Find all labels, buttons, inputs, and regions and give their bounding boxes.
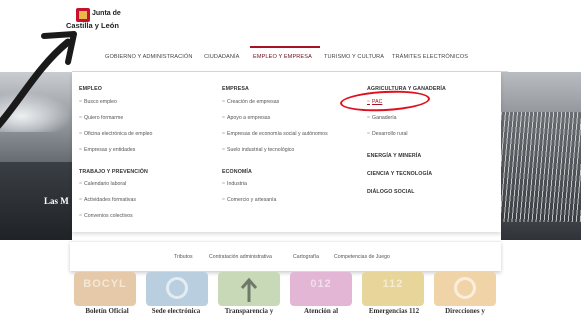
transparency-arrow-icon	[240, 277, 258, 302]
tile-label-direcciones[interactable]: Direcciones y	[430, 307, 500, 315]
link-label: Calendario laboral	[84, 181, 127, 187]
link-label: Suelo industrial y tecnológico	[227, 147, 295, 153]
link-actividades-formativas[interactable]: = Actividades formativas	[79, 197, 136, 203]
tile-boletin[interactable]: BOCYL	[74, 272, 136, 306]
page-background-left	[0, 240, 72, 322]
quick-access-tiles: BOCYL 012 112 Boletín Oficial Sede elect…	[72, 272, 502, 322]
link-economia-social[interactable]: = Empresas de economía social y autónomos	[222, 131, 328, 137]
sede-icon	[166, 277, 188, 299]
link-comercio-artesania[interactable]: = Comercio y artesanía	[222, 197, 276, 203]
hero-image-right	[501, 72, 581, 240]
nav-item-tramites[interactable]: TRÁMITES ELECTRÓNICOS	[392, 54, 468, 60]
location-icon	[454, 277, 476, 299]
link-label: Creación de empresas	[227, 99, 280, 105]
section-title-trabajo: TRABAJO Y PREVENCIÓN	[79, 169, 148, 175]
tile-label-atencion[interactable]: Atención al	[286, 307, 356, 315]
footer-link-competencias[interactable]: Competencias de Juego	[334, 254, 390, 260]
link-label: Convenios colectivos	[84, 213, 133, 219]
link-industria[interactable]: = Industria	[222, 181, 247, 187]
hand-drawn-arrow-icon	[0, 31, 77, 129]
nav-active-indicator	[250, 46, 320, 48]
link-calendario-laboral[interactable]: = Calendario laboral	[79, 181, 126, 187]
link-ganaderia[interactable]: = Ganadería	[367, 115, 397, 121]
link-label: Desarrollo rural	[372, 131, 408, 137]
mega-menu-panel: EMPLEO = Busco empleo = Quiero formarme = O…	[72, 72, 501, 232]
tile-word: BOCYL	[83, 278, 127, 290]
link-label: Apoyo a empresas	[227, 115, 271, 121]
tile-word: 012	[310, 278, 332, 290]
tile-word: 112	[382, 278, 404, 290]
link-label: Empresas y entidades	[84, 147, 136, 153]
tile-label-sede[interactable]: Sede electrónica	[141, 307, 211, 315]
link-label: Empresas de economía social y autónomos	[227, 131, 328, 137]
section-title-empresa: EMPRESA	[222, 86, 249, 92]
link-suelo-industrial[interactable]: = Suelo industrial y tecnológico	[222, 147, 294, 153]
nav-item-turismo-cultura[interactable]: TURISMO Y CULTURA	[324, 54, 384, 60]
link-label: Actividades formativas	[84, 197, 136, 203]
tile-transparencia[interactable]	[218, 272, 280, 306]
section-title-dialogo[interactable]: DIÁLOGO SOCIAL	[367, 189, 415, 195]
tile-emergencias[interactable]: 112	[362, 272, 424, 306]
section-title-ciencia[interactable]: CIENCIA Y TECNOLOGÍA	[367, 171, 432, 177]
link-desarrollo-rural[interactable]: = Desarrollo rural	[367, 131, 408, 137]
tile-label-boletin[interactable]: Boletín Oficial	[72, 307, 142, 315]
link-label: Comercio y artesanía	[227, 197, 277, 203]
link-label: Ganadería	[372, 115, 397, 121]
nav-item-empleo-empresa[interactable]: EMPLEO Y EMPRESA	[253, 54, 312, 60]
tile-direcciones[interactable]	[434, 272, 496, 306]
main-nav: GOBIERNO Y ADMINISTRACIÓN CIUDADANÍA EMP…	[72, 46, 508, 72]
snowy-trees-detail	[501, 112, 581, 222]
tile-label-transparencia[interactable]: Transparencia y	[214, 307, 284, 315]
section-title-economia: ECONOMÍA	[222, 169, 252, 175]
footer-link-contratacion[interactable]: Contratación administrativa	[209, 254, 272, 260]
footer-link-tributos[interactable]: Tributos	[174, 254, 193, 260]
hero-caption: Las M	[44, 196, 69, 206]
link-label: Industria	[227, 181, 247, 187]
tile-label-emergencias[interactable]: Emergencias 112	[359, 307, 429, 315]
section-title-energia[interactable]: ENERGÍA Y MINERÍA	[367, 153, 421, 159]
link-convenios-colectivos[interactable]: = Convenios colectivos	[79, 213, 133, 219]
tile-atencion[interactable]: 012	[290, 272, 352, 306]
tile-sede[interactable]	[146, 272, 208, 306]
link-apoyo-empresas[interactable]: = Apoyo a empresas	[222, 115, 270, 121]
footer-links-bar: Tributos Contratación administrativa Car…	[70, 241, 501, 271]
link-creacion-empresas[interactable]: = Creación de empresas	[222, 99, 279, 105]
footer-link-cartografia[interactable]: Cartografía	[293, 254, 319, 260]
nav-item-ciudadania[interactable]: CIUDADANÍA	[204, 54, 240, 60]
screenshot-frame: Junta de Castilla y León Las M GOBIERNO …	[0, 0, 581, 322]
page-background-right	[501, 240, 581, 322]
link-empresas-entidades[interactable]: = Empresas y entidades	[79, 147, 135, 153]
